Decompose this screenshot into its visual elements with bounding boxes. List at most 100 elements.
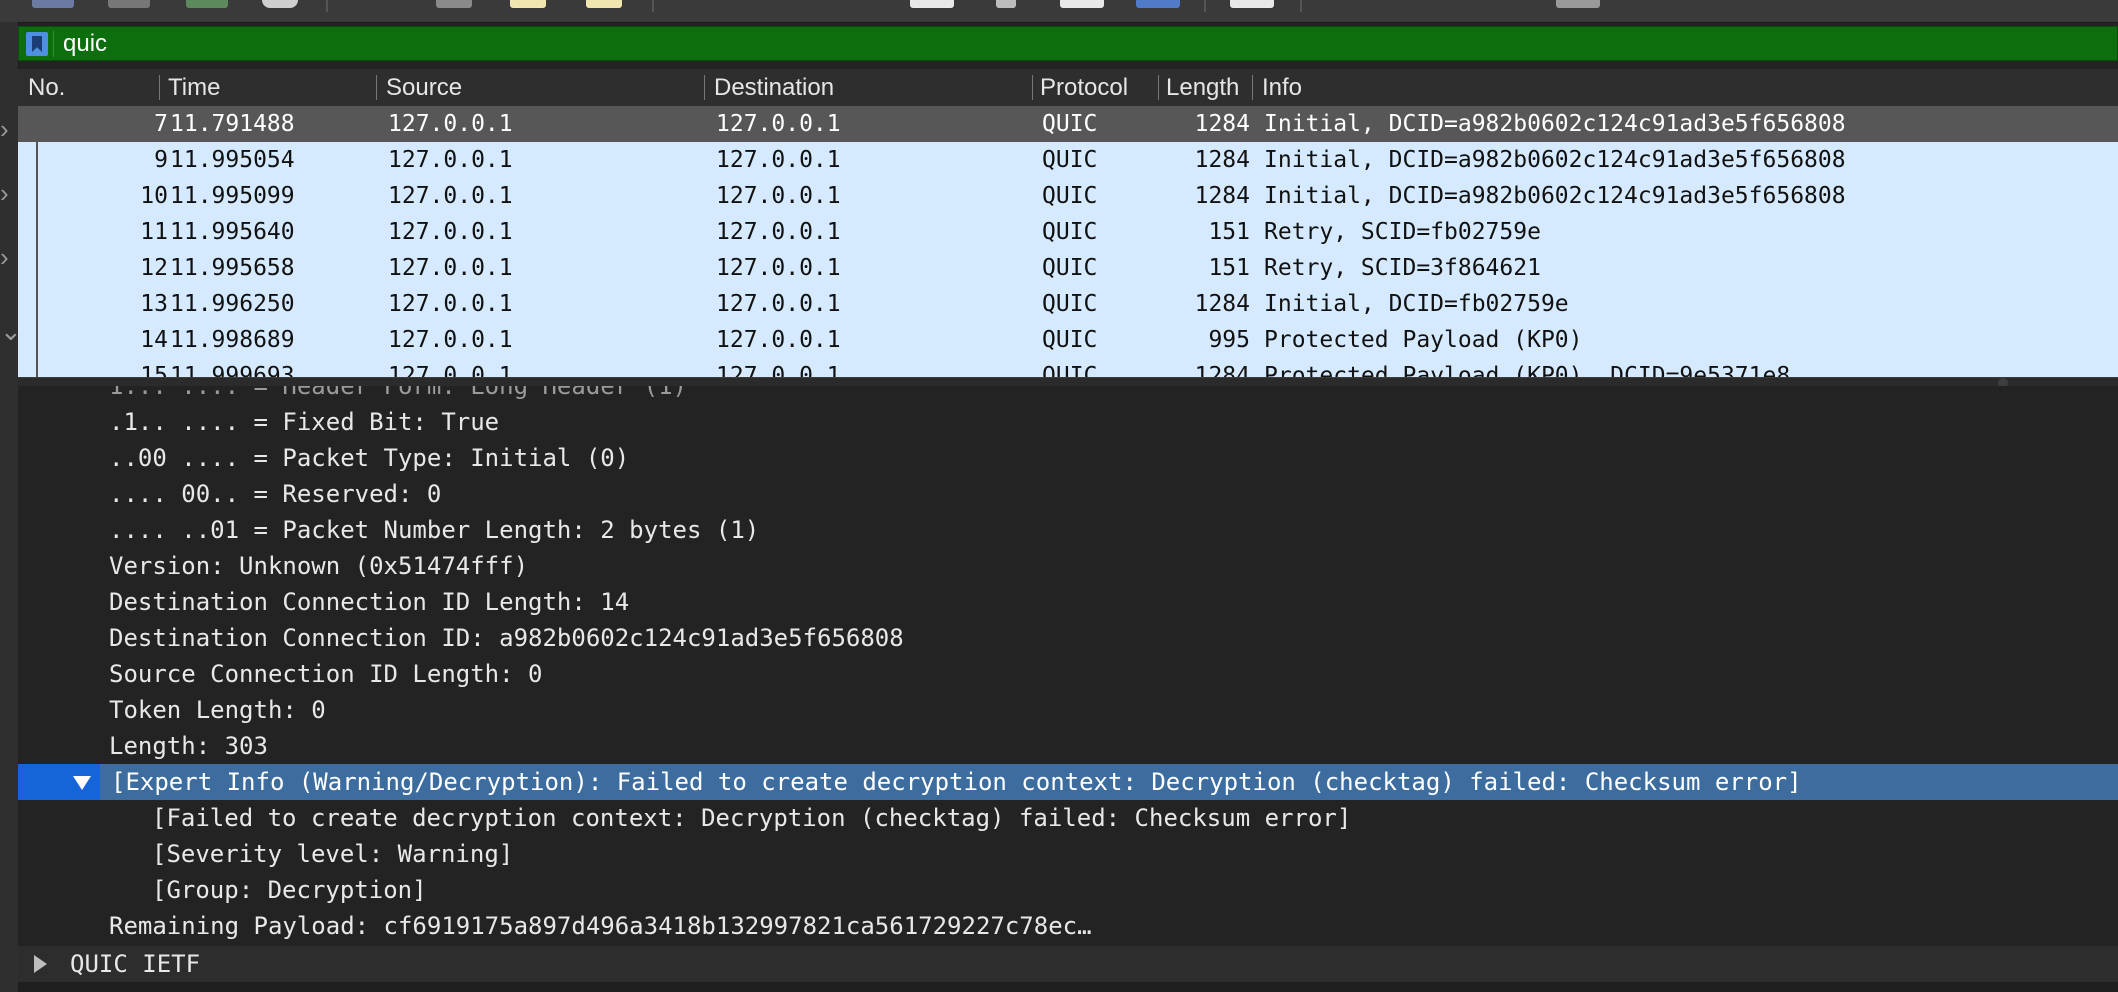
detail-field[interactable]: .... 00.. = Reserved: 0 bbox=[18, 476, 2118, 512]
packet-protocol: QUIC bbox=[1042, 363, 1098, 377]
packet-row-selected[interactable]: 7 11.791488 127.0.0.1 127.0.0.1 QUIC 128… bbox=[18, 106, 2118, 142]
packet-time: 11.791488 bbox=[170, 111, 295, 137]
toolbar-button[interactable] bbox=[186, 0, 228, 8]
chevron-right-icon: › bbox=[0, 178, 9, 208]
packet-protocol: QUIC bbox=[1042, 183, 1098, 209]
packet-protocol: QUIC bbox=[1042, 111, 1098, 137]
packet-info: Retry, SCID=fb02759e bbox=[1264, 219, 1541, 245]
packet-length: 151 bbox=[1208, 255, 1250, 281]
packet-destination: 127.0.0.1 bbox=[716, 147, 841, 173]
toolbar-button[interactable] bbox=[108, 0, 150, 8]
packet-time: 11.995640 bbox=[170, 219, 295, 245]
toolbar-button[interactable] bbox=[1060, 0, 1104, 8]
expert-info-row[interactable]: [Expert Info (Warning/Decryption): Faile… bbox=[18, 764, 2118, 800]
expert-detail-field[interactable]: [Failed to create decryption context: De… bbox=[18, 800, 2118, 836]
packet-time: 11.999693 bbox=[170, 363, 295, 377]
display-filter-input[interactable]: quic bbox=[63, 27, 107, 60]
tree-node-quic-ietf[interactable]: QUIC IETF bbox=[18, 946, 2118, 982]
packet-details-tree[interactable]: 1... .... = Header Form: Long Header (1)… bbox=[18, 386, 2118, 946]
column-header-no[interactable]: No. bbox=[28, 69, 168, 106]
column-header-time[interactable]: Time bbox=[168, 69, 383, 106]
column-divider[interactable] bbox=[704, 75, 705, 100]
detail-field[interactable]: ..00 .... = Packet Type: Initial (0) bbox=[18, 440, 2118, 476]
column-header-protocol[interactable]: Protocol bbox=[1040, 69, 1160, 106]
column-header-source[interactable]: Source bbox=[386, 69, 706, 106]
detail-field[interactable]: Source Connection ID Length: 0 bbox=[18, 656, 2118, 692]
packet-row[interactable]: 10 11.995099 127.0.0.1 127.0.0.1 QUIC 12… bbox=[18, 178, 2118, 214]
toolbar-separator bbox=[652, 0, 654, 12]
column-divider[interactable] bbox=[1158, 75, 1159, 100]
packet-protocol: QUIC bbox=[1042, 291, 1098, 317]
column-header-info[interactable]: Info bbox=[1262, 69, 2102, 106]
packet-time: 11.995658 bbox=[170, 255, 295, 281]
packet-source: 127.0.0.1 bbox=[388, 183, 513, 209]
detail-field[interactable]: .1.. .... = Fixed Bit: True bbox=[18, 404, 2118, 440]
detail-field[interactable]: Destination Connection ID: a982b0602c124… bbox=[18, 620, 2118, 656]
packet-destination: 127.0.0.1 bbox=[716, 183, 841, 209]
packet-protocol: QUIC bbox=[1042, 219, 1098, 245]
detail-field[interactable]: Remaining Payload: cf6919175a897d496a341… bbox=[18, 908, 2118, 944]
packet-source: 127.0.0.1 bbox=[388, 219, 513, 245]
expert-detail-field[interactable]: [Group: Decryption] bbox=[18, 872, 2118, 908]
packet-no: 10 bbox=[140, 183, 168, 209]
packet-info: Initial, DCID=a982b0602c124c91ad3e5f6568… bbox=[1264, 147, 1846, 173]
toolbar-button[interactable] bbox=[510, 0, 546, 8]
packet-no: 14 bbox=[140, 327, 168, 353]
toolbar-separator bbox=[1300, 0, 1302, 12]
packet-info: Initial, DCID=fb02759e bbox=[1264, 291, 1569, 317]
toolbar-button[interactable] bbox=[32, 0, 74, 8]
packet-row[interactable]: 14 11.998689 127.0.0.1 127.0.0.1 QUIC 99… bbox=[18, 322, 2118, 358]
toolbar-button[interactable] bbox=[996, 0, 1016, 8]
packet-length: 1284 bbox=[1194, 291, 1250, 317]
toolbar-button[interactable] bbox=[1230, 0, 1274, 8]
packet-row[interactable]: 12 11.995658 127.0.0.1 127.0.0.1 QUIC 15… bbox=[18, 250, 2118, 286]
packet-time: 11.996250 bbox=[170, 291, 295, 317]
toolbar-button[interactable] bbox=[1136, 0, 1180, 8]
toolbar-button[interactable] bbox=[436, 0, 472, 8]
display-filter-bar[interactable]: quic bbox=[18, 26, 2118, 61]
toolbar-button[interactable] bbox=[910, 0, 954, 8]
packet-list[interactable]: No. Time Source Destination Protocol Len… bbox=[18, 69, 2118, 377]
packet-destination: 127.0.0.1 bbox=[716, 111, 841, 137]
packet-row[interactable]: 9 11.995054 127.0.0.1 127.0.0.1 QUIC 128… bbox=[18, 142, 2118, 178]
toolbar-button[interactable] bbox=[1556, 0, 1600, 8]
column-divider[interactable] bbox=[1032, 75, 1033, 100]
detail-field[interactable]: Destination Connection ID Length: 14 bbox=[18, 584, 2118, 620]
expert-detail-field[interactable]: [Severity level: Warning] bbox=[18, 836, 2118, 872]
column-divider[interactable] bbox=[159, 75, 160, 100]
column-divider[interactable] bbox=[1252, 75, 1253, 100]
detail-field[interactable]: Token Length: 0 bbox=[18, 692, 2118, 728]
packet-list-header: No. Time Source Destination Protocol Len… bbox=[18, 69, 2118, 107]
toolbar-button[interactable] bbox=[586, 0, 622, 8]
detail-field[interactable]: 1... .... = Header Form: Long Header (1) bbox=[18, 386, 2118, 404]
packet-length: 1284 bbox=[1194, 363, 1250, 377]
packet-no: 15 bbox=[140, 363, 168, 377]
bookmark-icon bbox=[32, 36, 42, 52]
detail-field[interactable]: Length: 303 bbox=[18, 728, 2118, 764]
triangle-right-icon[interactable] bbox=[34, 955, 47, 973]
column-header-length[interactable]: Length bbox=[1166, 69, 1254, 106]
expand-toggle[interactable] bbox=[18, 764, 100, 800]
packet-info: Retry, SCID=3f864621 bbox=[1264, 255, 1541, 281]
packet-protocol: QUIC bbox=[1042, 255, 1098, 281]
packet-row[interactable]: 13 11.996250 127.0.0.1 127.0.0.1 QUIC 12… bbox=[18, 286, 2118, 322]
column-header-destination[interactable]: Destination bbox=[714, 69, 1034, 106]
packet-destination: 127.0.0.1 bbox=[716, 219, 841, 245]
packet-source: 127.0.0.1 bbox=[388, 291, 513, 317]
status-bar-edge bbox=[18, 982, 2118, 992]
toolbar-button[interactable] bbox=[262, 0, 298, 8]
packet-destination: 127.0.0.1 bbox=[716, 363, 841, 377]
filter-bookmark-button[interactable] bbox=[26, 32, 48, 56]
detail-field[interactable]: Version: Unknown (0x51474fff) bbox=[18, 548, 2118, 584]
detail-field[interactable]: .... ..01 = Packet Number Length: 2 byte… bbox=[18, 512, 2118, 548]
packet-length: 1284 bbox=[1194, 147, 1250, 173]
column-divider[interactable] bbox=[376, 75, 377, 100]
toolbar-separator bbox=[1204, 0, 1206, 12]
packet-protocol: QUIC bbox=[1042, 147, 1098, 173]
packet-row[interactable]: 15 11.999693 127.0.0.1 127.0.0.1 QUIC 12… bbox=[18, 358, 2118, 377]
main-toolbar bbox=[0, 0, 2118, 23]
toolbar-separator bbox=[326, 0, 328, 12]
packet-protocol: QUIC bbox=[1042, 327, 1098, 353]
chevron-right-icon: › bbox=[0, 242, 9, 272]
packet-row[interactable]: 11 11.995640 127.0.0.1 127.0.0.1 QUIC 15… bbox=[18, 214, 2118, 250]
